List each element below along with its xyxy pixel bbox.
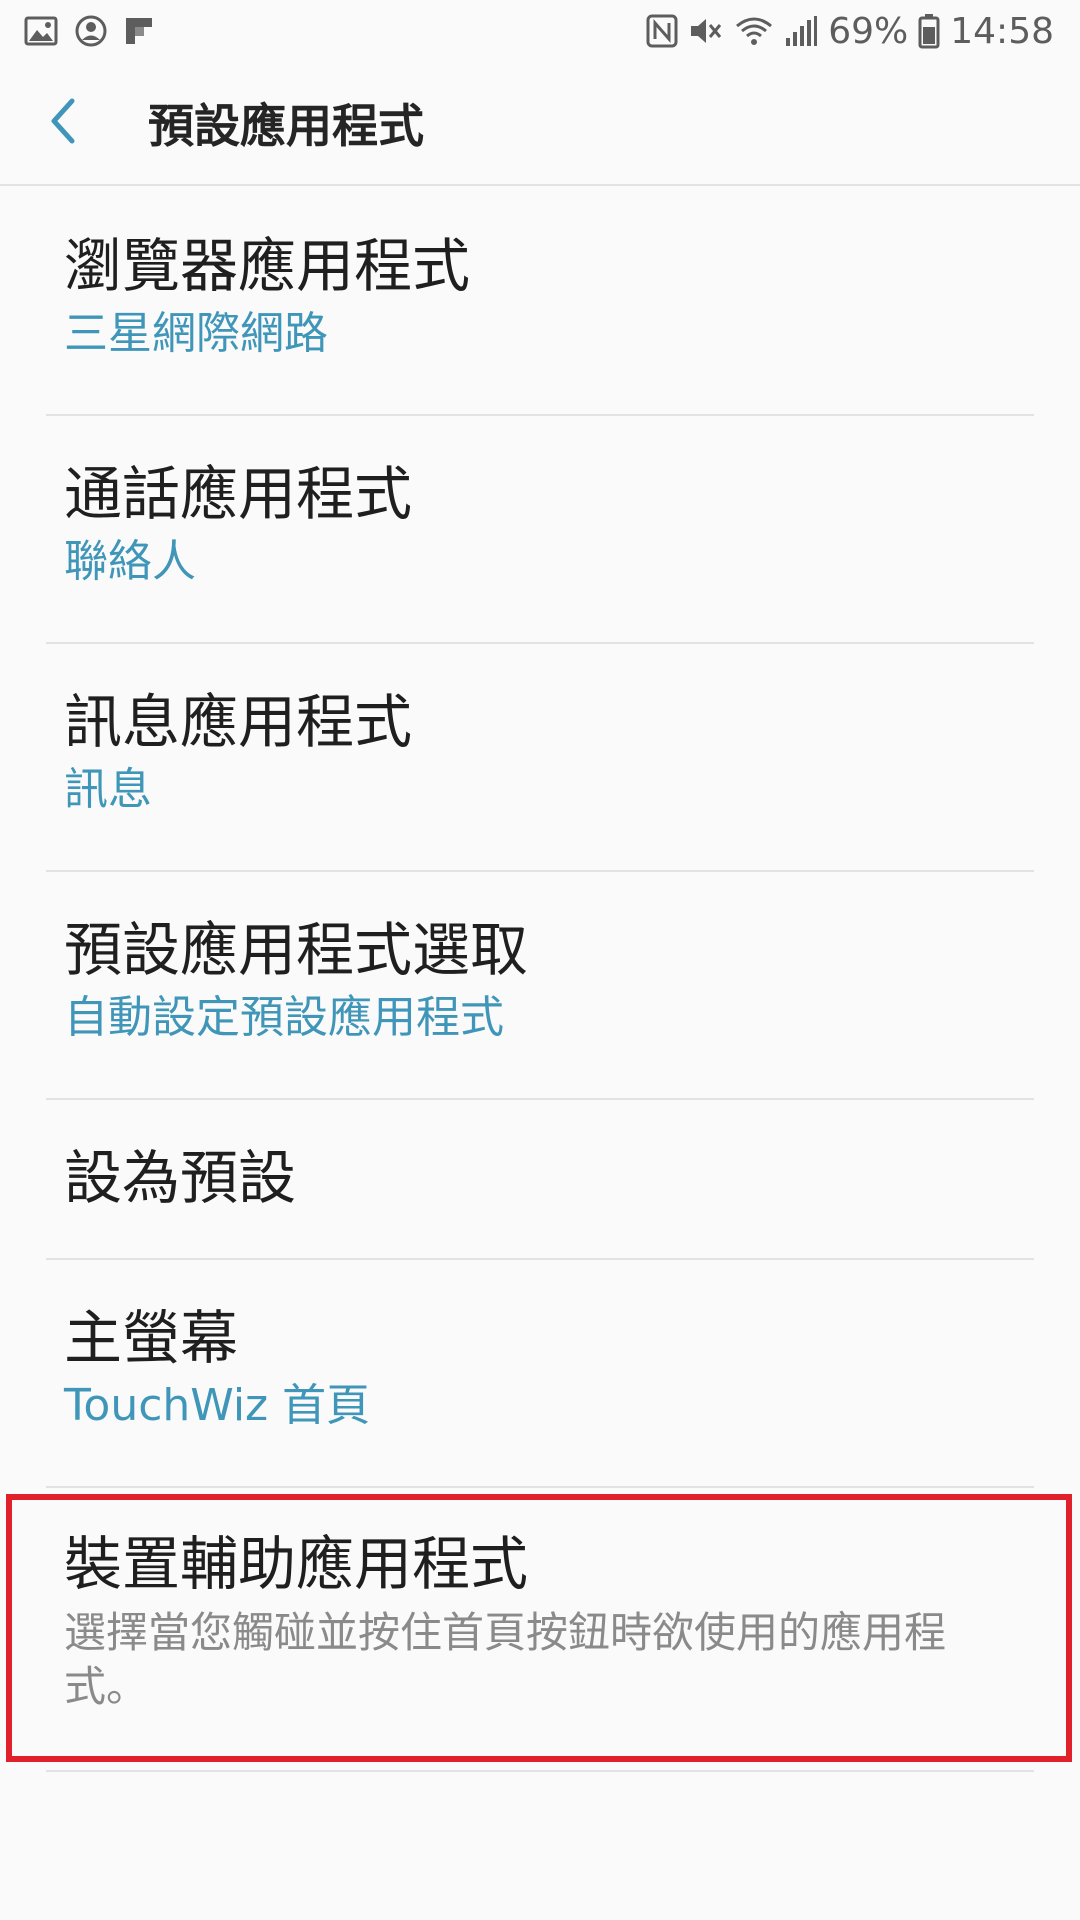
- flipboard-icon: [124, 16, 154, 46]
- list-item-title: 主螢幕: [64, 1304, 239, 1372]
- settings-list: 瀏覽器應用程式 三星網際網路 通話應用程式 聯絡人 訊息應用程式 訊息 預設應用…: [0, 188, 1080, 1772]
- list-item-title: 通話應用程式: [64, 460, 413, 528]
- list-item-subtitle: 三星網際網路: [64, 307, 328, 359]
- list-item-subtitle: 自動設定預設應用程式: [64, 991, 504, 1043]
- list-item-title: 瀏覽器應用程式: [64, 232, 471, 300]
- nfc-icon: [646, 14, 678, 48]
- list-item-home-screen[interactable]: 主螢幕 TouchWiz 首頁: [0, 1260, 1080, 1488]
- account-circle-icon: [74, 14, 108, 48]
- page-title: 預設應用程式: [148, 99, 424, 153]
- mute-icon: [688, 14, 724, 48]
- back-button[interactable]: [48, 73, 138, 173]
- battery-icon: [918, 13, 940, 49]
- list-item-title: 預設應用程式選取: [64, 916, 529, 984]
- screen: 69% 14:58 預設應用程式 瀏覽器應用程式 三星網際網路 通話應用程式 聯…: [0, 0, 1080, 1920]
- app-bar: 預設應用程式: [0, 62, 1080, 186]
- list-item-subtitle: 聯絡人: [64, 535, 196, 587]
- divider: [46, 1770, 1034, 1772]
- clock: 14:58: [950, 10, 1054, 52]
- list-item-title: 設為預設: [64, 1144, 297, 1212]
- list-item-subtitle: 訊息: [64, 763, 152, 815]
- status-bar-right: 69% 14:58: [636, 11, 1054, 52]
- list-item-description: 選擇當您觸碰並按住首頁按鈕時欲使用的應用程式。: [64, 1607, 947, 1712]
- list-item-set-as-default[interactable]: 設為預設: [0, 1100, 1080, 1260]
- list-item-title: 裝置輔助應用程式: [64, 1530, 529, 1598]
- list-item-calling-app[interactable]: 通話應用程式 聯絡人: [0, 416, 1080, 644]
- list-item-default-app-selection[interactable]: 預設應用程式選取 自動設定預設應用程式: [0, 872, 1080, 1100]
- list-item-device-assistance-app[interactable]: 裝置輔助應用程式 選擇當您觸碰並按住首頁按鈕時欲使用的應用程式。: [0, 1488, 1080, 1772]
- list-item-subtitle: TouchWiz 首頁: [64, 1379, 371, 1431]
- chevron-left-icon: [48, 97, 78, 149]
- battery-percent: 69%: [828, 10, 909, 52]
- gallery-icon: [24, 16, 58, 46]
- list-item-browser-app[interactable]: 瀏覽器應用程式 三星網際網路: [0, 188, 1080, 416]
- status-bar-left: [24, 14, 170, 48]
- wifi-icon: [734, 14, 774, 48]
- signal-icon: [784, 14, 818, 48]
- list-item-title: 訊息應用程式: [64, 688, 413, 756]
- list-item-messages-app[interactable]: 訊息應用程式 訊息: [0, 644, 1080, 872]
- status-bar: 69% 14:58: [0, 0, 1080, 62]
